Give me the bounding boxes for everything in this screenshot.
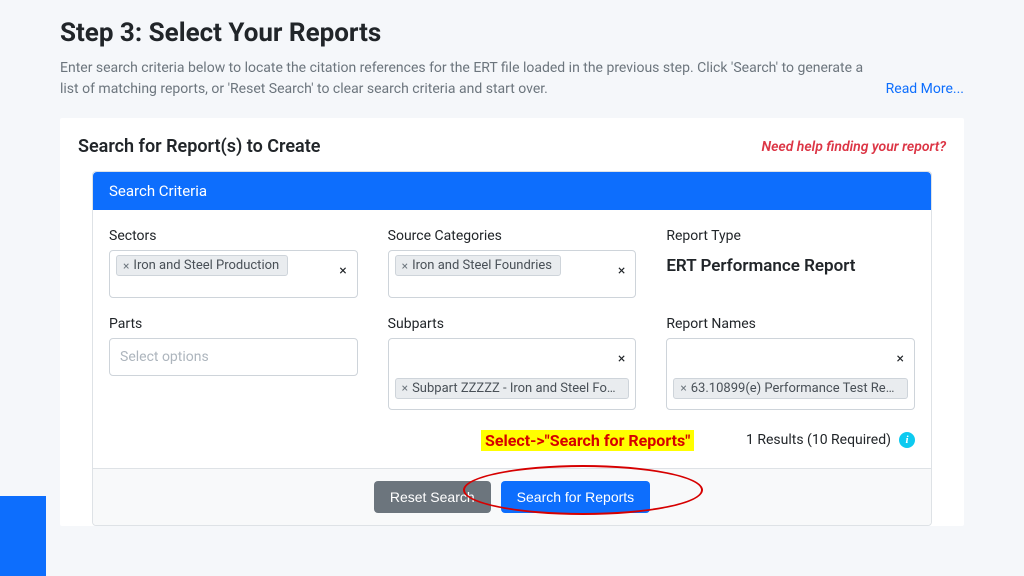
results-count: 1 Results (10 Required): [746, 432, 891, 448]
subpart-tag: × Subpart ZZZZZ - Iron and Steel Foundri…: [395, 378, 630, 399]
reset-search-button[interactable]: Reset Search: [374, 481, 491, 513]
report-names-label: Report Names: [666, 316, 915, 332]
step-title: Step 3: Select Your Reports: [60, 18, 964, 48]
panel-body: Sectors × Iron and Steel Production × So…: [93, 210, 931, 468]
subparts-label: Subparts: [388, 316, 637, 332]
help-link[interactable]: Need help finding your report?: [761, 139, 946, 155]
source-categories-label: Source Categories: [388, 228, 637, 244]
card-header-row: Search for Report(s) to Create Need help…: [78, 136, 946, 157]
step-description-text: Enter search criteria below to locate th…: [60, 60, 863, 97]
annotation-text: Select->"Search for Reports": [481, 430, 694, 451]
info-icon[interactable]: i: [899, 432, 915, 448]
report-names-field: Report Names × × 63.10899(e) Performance…: [666, 316, 915, 410]
search-criteria-panel: Search Criteria Sectors × Iron and Steel…: [92, 171, 932, 526]
report-type-value: ERT Performance Report: [666, 250, 915, 276]
report-name-tag: × 63.10899(e) Performance Test Report: [673, 378, 908, 399]
criteria-row-1: Sectors × Iron and Steel Production × So…: [109, 228, 915, 298]
sector-tag: × Iron and Steel Production: [116, 255, 288, 276]
step-description: Enter search criteria below to locate th…: [60, 58, 964, 100]
subparts-input[interactable]: × × Subpart ZZZZZ - Iron and Steel Found…: [388, 338, 637, 410]
sectors-input[interactable]: × Iron and Steel Production ×: [109, 250, 358, 298]
sectors-label: Sectors: [109, 228, 358, 244]
read-more-link[interactable]: Read More...: [886, 79, 964, 100]
clear-source-categories-icon[interactable]: ×: [618, 263, 625, 279]
report-names-input[interactable]: × × 63.10899(e) Performance Test Report: [666, 338, 915, 410]
report-name-tag-text: 63.10899(e) Performance Test Report: [691, 381, 899, 396]
remove-tag-icon[interactable]: ×: [680, 381, 686, 395]
panel-header: Search Criteria: [93, 172, 931, 210]
parts-placeholder: Select options: [116, 343, 213, 371]
panel-footer: Reset Search Search for Reports: [93, 468, 931, 525]
clear-subparts-icon[interactable]: ×: [618, 351, 625, 367]
sectors-field: Sectors × Iron and Steel Production ×: [109, 228, 358, 298]
report-type-field: Report Type ERT Performance Report: [666, 228, 915, 298]
parts-input[interactable]: Select options: [109, 338, 358, 376]
sector-tag-text: Iron and Steel Production: [133, 258, 279, 273]
clear-sectors-icon[interactable]: ×: [339, 263, 346, 279]
source-categories-field: Source Categories × Iron and Steel Found…: [388, 228, 637, 298]
step-header: Step 3: Select Your Reports Enter search…: [60, 0, 964, 100]
results-row: Select->"Search for Reports" 1 Results (…: [109, 428, 915, 458]
subparts-field: Subparts × × Subpart ZZZZZ - Iron and St…: [388, 316, 637, 410]
parts-field: Parts Select options: [109, 316, 358, 410]
card-title: Search for Report(s) to Create: [78, 136, 320, 157]
decorative-blue-block: [0, 496, 46, 576]
remove-tag-icon[interactable]: ×: [402, 259, 408, 273]
source-category-tag: × Iron and Steel Foundries: [395, 255, 561, 276]
clear-report-names-icon[interactable]: ×: [897, 351, 904, 367]
source-categories-input[interactable]: × Iron and Steel Foundries ×: [388, 250, 637, 298]
remove-tag-icon[interactable]: ×: [123, 259, 129, 273]
source-category-tag-text: Iron and Steel Foundries: [412, 258, 552, 273]
subpart-tag-text: Subpart ZZZZZ - Iron and Steel Foundrie: [412, 381, 620, 396]
criteria-row-2: Parts Select options Subparts × × Sub: [109, 316, 915, 410]
parts-label: Parts: [109, 316, 358, 332]
search-card: Search for Report(s) to Create Need help…: [60, 118, 964, 526]
report-type-label: Report Type: [666, 228, 915, 244]
remove-tag-icon[interactable]: ×: [402, 381, 408, 395]
search-for-reports-button[interactable]: Search for Reports: [501, 481, 651, 513]
